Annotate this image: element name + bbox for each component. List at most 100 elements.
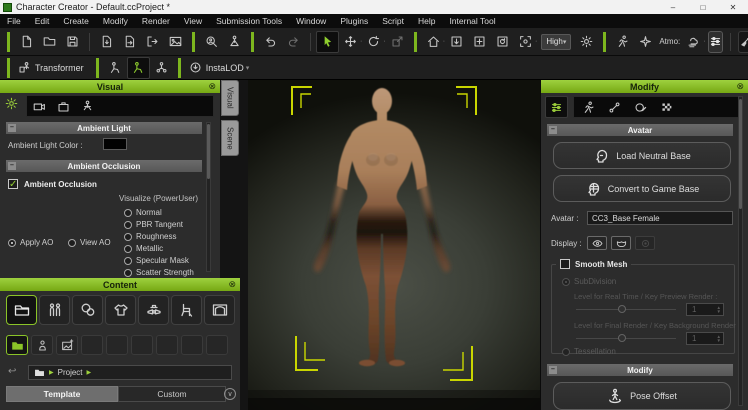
ambient-occlusion-section[interactable]: – Ambient Occlusion xyxy=(6,160,202,172)
menu-create[interactable]: Create xyxy=(56,16,96,26)
transformer-button[interactable]: Transformer xyxy=(15,57,91,79)
camera-frame-dropdown-dot[interactable]: · xyxy=(535,38,537,45)
display-settings-tab[interactable] xyxy=(5,97,18,110)
import-button[interactable] xyxy=(95,31,118,53)
fit-down-button[interactable] xyxy=(445,31,468,53)
visual-panel-close-icon[interactable]: ⊗ xyxy=(208,80,216,93)
render-image-button[interactable] xyxy=(164,31,187,53)
show-avatar-button[interactable] xyxy=(587,236,607,250)
collapse-icon[interactable]: – xyxy=(8,162,16,170)
visualize-option-metallic[interactable]: Metallic xyxy=(124,244,163,253)
radio-icon[interactable] xyxy=(124,233,132,241)
modify-panel-close-icon[interactable]: ⊗ xyxy=(736,80,744,93)
radio-icon[interactable] xyxy=(124,257,132,265)
tab-template[interactable]: Template xyxy=(6,386,118,402)
save-project-button[interactable] xyxy=(61,31,84,53)
select-tool-button[interactable] xyxy=(316,31,339,53)
lod-network-button[interactable] xyxy=(150,57,173,79)
reset-view-button[interactable] xyxy=(491,31,514,53)
menu-edit[interactable]: Edit xyxy=(28,16,57,26)
menu-window[interactable]: Window xyxy=(289,16,333,26)
home-view-button[interactable] xyxy=(422,31,445,53)
menu-internal-tool[interactable]: Internal Tool xyxy=(442,16,502,26)
apply-ao-radio[interactable]: Apply AO xyxy=(8,238,53,247)
smooth-mesh-toggle[interactable]: Smooth Mesh xyxy=(556,259,631,269)
export-button[interactable] xyxy=(118,31,141,53)
radio-icon[interactable] xyxy=(124,269,132,277)
modify-section[interactable]: – Modify xyxy=(547,364,733,376)
menu-modify[interactable]: Modify xyxy=(96,16,135,26)
minimize-button[interactable]: – xyxy=(658,3,688,12)
pose-offset-button[interactable]: Pose Offset xyxy=(553,382,731,410)
breadcrumb[interactable]: ▶ Project ▶ xyxy=(28,365,232,380)
zoom-to-avatar-button[interactable] xyxy=(200,31,223,53)
menu-plugins[interactable]: Plugins xyxy=(333,16,375,26)
category-project-button[interactable] xyxy=(6,295,37,325)
ambient-occlusion-toggle[interactable]: ✓ Ambient Occlusion xyxy=(8,179,97,189)
facial-edit-tab[interactable] xyxy=(634,101,647,114)
visualize-option-normal[interactable]: Normal xyxy=(124,208,162,217)
expand-chevron-icon[interactable]: ∨ xyxy=(224,388,236,400)
menu-render[interactable]: Render xyxy=(135,16,177,26)
content-panel-close-icon[interactable]: ⊗ xyxy=(228,278,236,291)
ambient-light-section[interactable]: – Ambient Light xyxy=(6,122,202,134)
collapse-icon[interactable]: – xyxy=(549,366,557,374)
subfolder-avatar-button[interactable] xyxy=(31,335,53,355)
scrollbar-thumb[interactable] xyxy=(739,99,742,209)
breadcrumb-arrow-icon[interactable]: ▶ xyxy=(87,369,92,376)
scene-props-tab[interactable] xyxy=(57,100,70,113)
redo-button[interactable] xyxy=(282,31,305,53)
preview-character-button[interactable] xyxy=(611,31,634,53)
side-tab-visual[interactable]: Visual xyxy=(221,80,239,116)
export-fbx-button[interactable] xyxy=(141,31,164,53)
visualize-option-specular-mask[interactable]: Specular Mask xyxy=(124,256,189,265)
avatar-section[interactable]: – Avatar xyxy=(547,124,733,136)
camera-frame-button[interactable] xyxy=(514,31,537,53)
avatar-name-field[interactable]: CC3_Base Female xyxy=(587,211,733,225)
sculpt-tool-button[interactable] xyxy=(738,31,748,53)
visualize-option-roughness[interactable]: Roughness xyxy=(124,232,176,241)
category-material-button[interactable] xyxy=(72,295,103,325)
category-cloth-button[interactable] xyxy=(105,295,136,325)
menu-submission-tools[interactable]: Submission Tools xyxy=(209,16,289,26)
category-accessory-button[interactable] xyxy=(138,295,169,325)
menu-help[interactable]: Help xyxy=(411,16,442,26)
fog-button[interactable] xyxy=(682,31,705,53)
back-icon[interactable]: ↩ xyxy=(8,366,16,377)
category-avatar-button[interactable] xyxy=(39,295,70,325)
motion-tab[interactable] xyxy=(582,101,595,114)
new-project-button[interactable] xyxy=(15,31,38,53)
collapse-icon[interactable]: – xyxy=(549,126,557,134)
radio-icon[interactable] xyxy=(68,239,76,247)
render-settings-button[interactable] xyxy=(708,31,723,53)
breadcrumb-arrow-icon[interactable]: ▶ xyxy=(49,369,54,376)
fog-dropdown-dot[interactable]: · xyxy=(703,38,705,45)
show-mask-button[interactable] xyxy=(611,236,631,250)
viewport-3d[interactable] xyxy=(248,80,540,410)
radio-icon[interactable] xyxy=(124,245,132,253)
menu-view[interactable]: View xyxy=(177,16,209,26)
rotate-tool-button[interactable] xyxy=(362,31,385,53)
content-panel-header[interactable]: Content ⊗ xyxy=(0,278,240,291)
edit-pose-button[interactable] xyxy=(104,57,127,79)
tab-custom[interactable]: Custom xyxy=(118,386,226,402)
calibration-button[interactable] xyxy=(223,31,246,53)
open-project-button[interactable] xyxy=(38,31,61,53)
maximize-button[interactable]: □ xyxy=(688,3,718,12)
close-button[interactable]: ✕ xyxy=(718,3,748,12)
ambient-light-color-swatch[interactable] xyxy=(103,138,127,150)
pose-tab[interactable] xyxy=(81,100,94,113)
character-model[interactable] xyxy=(314,88,450,366)
ibl-light-button[interactable] xyxy=(575,31,598,53)
radio-icon[interactable] xyxy=(124,221,132,229)
category-prop-button[interactable] xyxy=(171,295,202,325)
subfolder-template-button[interactable] xyxy=(56,335,78,355)
quality-dropdown[interactable]: High▾ xyxy=(541,34,571,50)
edit-pose-active-button[interactable] xyxy=(127,57,150,79)
side-tab-scene[interactable]: Scene xyxy=(221,120,239,157)
subfolder-all-button[interactable] xyxy=(6,335,28,355)
menu-file[interactable]: File xyxy=(0,16,28,26)
radio-selected-icon[interactable] xyxy=(8,239,16,247)
center-view-button[interactable] xyxy=(468,31,491,53)
modify-scrollbar[interactable] xyxy=(738,96,743,406)
